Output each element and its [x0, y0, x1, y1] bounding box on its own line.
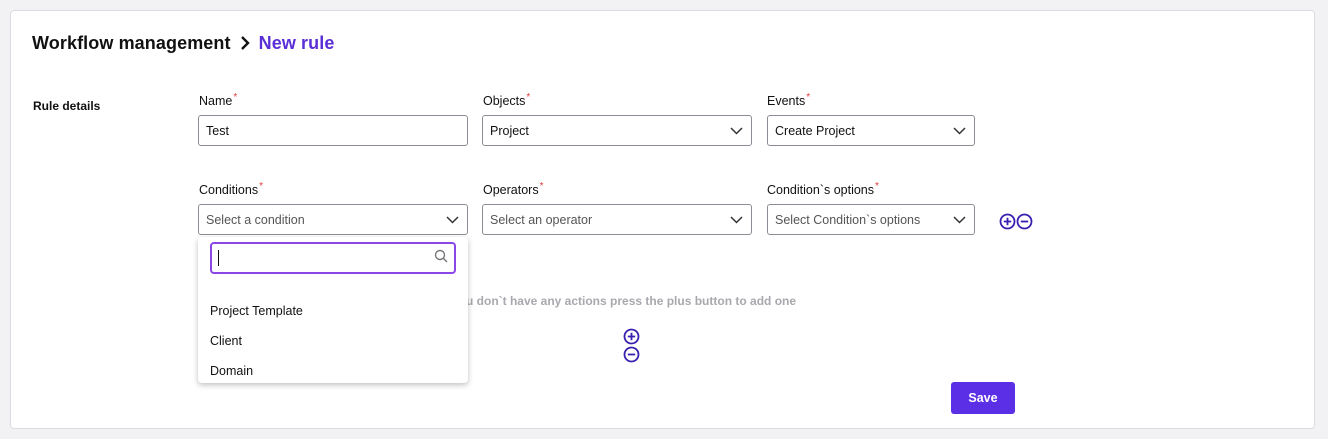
save-button[interactable]: Save — [951, 382, 1015, 414]
objects-label-text: Objects — [483, 94, 526, 109]
required-mark: * — [875, 181, 879, 192]
condition-options-select-placeholder: Select Condition`s options — [775, 212, 921, 227]
objects-label: Objects* — [483, 92, 530, 108]
search-icon — [434, 249, 448, 268]
name-label-text: Name — [199, 94, 233, 109]
operators-select[interactable]: Select an operator — [482, 204, 752, 235]
name-field-value: Test — [206, 123, 229, 138]
chevron-down-icon — [446, 215, 459, 224]
operators-label-text: Operators — [483, 183, 539, 198]
dropdown-item-client[interactable]: Client — [210, 334, 242, 348]
minus-circle-icon[interactable] — [1016, 213, 1033, 235]
operators-select-placeholder: Select an operator — [490, 212, 593, 227]
breadcrumb-current: New rule — [258, 32, 335, 53]
operators-label: Operators* — [483, 181, 544, 197]
chevron-down-icon — [953, 215, 966, 224]
objects-select[interactable]: Project — [482, 115, 752, 146]
search-input-text — [218, 250, 219, 266]
events-label-text: Events — [767, 94, 806, 109]
name-field[interactable]: Test — [198, 115, 468, 146]
conditions-label-text: Conditions — [199, 183, 259, 198]
required-mark: * — [259, 181, 263, 192]
conditions-select[interactable]: Select a condition — [198, 204, 468, 235]
required-mark: * — [233, 92, 238, 103]
chevron-down-icon — [953, 126, 966, 135]
conditions-label: Conditions* — [199, 181, 263, 197]
conditions-select-placeholder: Select a condition — [206, 212, 305, 227]
condition-row-controls — [999, 213, 1033, 235]
breadcrumb-root[interactable]: Workflow management — [32, 33, 231, 54]
dropdown-item-project-template[interactable]: Project Template — [210, 304, 303, 318]
section-label: Rule details — [33, 99, 101, 113]
chevron-down-icon — [730, 215, 743, 224]
chevron-down-icon — [730, 126, 743, 135]
breadcrumb: Workflow management New rule — [32, 31, 334, 55]
remove-action-button[interactable] — [623, 346, 640, 368]
name-label: Name* — [199, 92, 237, 108]
condition-options-label-text: Condition`s options — [767, 183, 875, 198]
condition-options-select[interactable]: Select Condition`s options — [767, 204, 975, 235]
events-select[interactable]: Create Project — [767, 115, 975, 146]
required-mark: * — [526, 92, 531, 103]
actions-hint: u don`t have any actions press the plus … — [466, 294, 797, 308]
required-mark: * — [539, 181, 544, 192]
dropdown-search-input[interactable] — [210, 242, 456, 274]
minus-circle-icon[interactable] — [623, 346, 640, 367]
chevron-right-icon — [239, 35, 251, 51]
condition-options-label: Condition`s options* — [767, 181, 879, 197]
required-mark: * — [806, 92, 811, 103]
objects-select-value: Project — [490, 123, 529, 138]
text-caret — [218, 250, 219, 266]
events-label: Events* — [767, 92, 810, 108]
events-select-value: Create Project — [775, 123, 855, 138]
plus-circle-icon[interactable] — [999, 213, 1016, 235]
conditions-dropdown: Project Template Client Domain — [198, 237, 468, 383]
rule-card: Workflow management New rule Rule detail… — [10, 10, 1315, 429]
dropdown-item-domain[interactable]: Domain — [210, 364, 253, 378]
